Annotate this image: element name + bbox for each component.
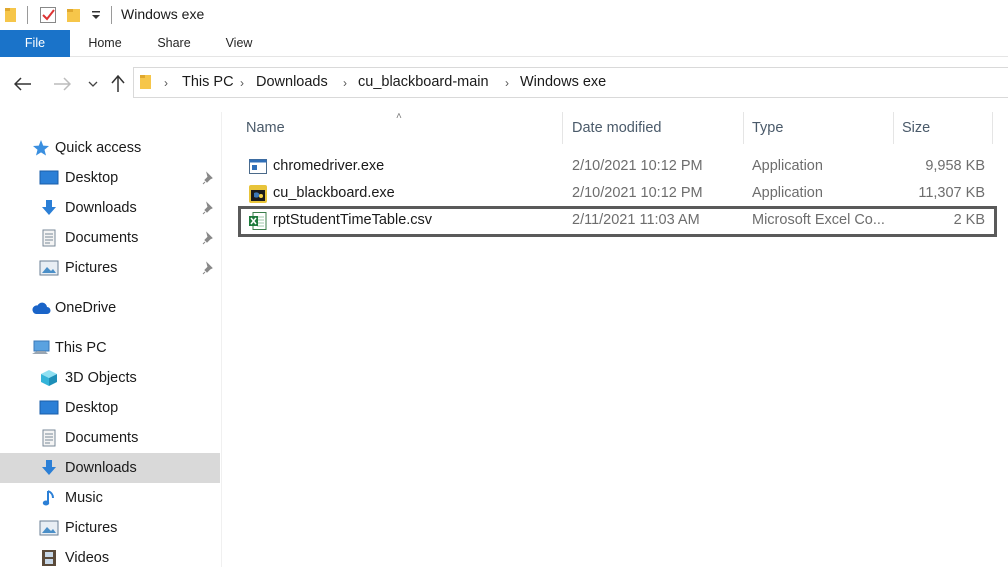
file-explorer-window: Windows exe File Home Share View › This … — [0, 0, 1008, 567]
sidebar-item-label: Downloads — [65, 460, 137, 476]
breadcrumb-chevron-icon[interactable]: › — [343, 76, 347, 90]
sidebar-item-3d-objects[interactable]: 3D Objects — [0, 363, 220, 393]
column-header-size[interactable]: Size — [902, 112, 992, 144]
window-title: Windows exe — [121, 6, 205, 22]
file-type: Application — [752, 185, 823, 201]
sidebar-item-pictures[interactable]: Pictures — [0, 253, 220, 283]
column-header-type[interactable]: Type — [752, 112, 893, 144]
column-divider[interactable] — [893, 112, 894, 144]
sidebar-item-desktop[interactable]: Desktop — [0, 393, 220, 423]
sidebar-item-label: Documents — [65, 230, 139, 246]
sidebar-item-label: Documents — [65, 430, 139, 446]
desktop-icon — [39, 398, 59, 418]
sidebar-item-label: Desktop — [65, 400, 119, 416]
column-header-name[interactable]: Name — [246, 112, 562, 144]
sidebar-item-label: OneDrive — [55, 300, 117, 316]
highlight-box — [238, 206, 997, 237]
star-icon — [31, 138, 51, 158]
sidebar-item-label: Quick access — [55, 140, 142, 156]
sidebar-item-label: Desktop — [65, 170, 119, 186]
music-note-icon — [39, 488, 59, 508]
navigation-pane: Quick access Desktop Downloads Documents — [0, 112, 222, 567]
customize-dropdown-icon[interactable] — [91, 8, 101, 27]
breadcrumb-downloads[interactable]: Downloads — [256, 74, 328, 90]
pin-icon[interactable] — [202, 201, 216, 215]
sidebar-item-downloads-selected[interactable]: Downloads — [0, 453, 220, 483]
file-list: ˄ Name Date modified Type Size chromedri… — [223, 111, 1008, 567]
column-header-date-modified[interactable]: Date modified — [572, 112, 743, 144]
toolbar-separator — [27, 6, 28, 24]
recent-locations-chevron-icon[interactable] — [81, 72, 105, 96]
download-arrow-icon — [39, 198, 59, 218]
document-icon — [39, 428, 59, 448]
file-type: Application — [752, 158, 823, 174]
computer-icon — [31, 338, 51, 358]
new-folder-icon[interactable] — [66, 6, 82, 29]
pin-icon[interactable] — [202, 261, 216, 275]
sidebar-item-quick-access[interactable]: Quick access — [0, 133, 220, 163]
tab-home[interactable]: Home — [78, 30, 132, 57]
address-folder-icon — [139, 73, 153, 96]
column-divider[interactable] — [992, 112, 993, 144]
cloud-icon — [31, 298, 51, 318]
sidebar-item-music[interactable]: Music — [0, 483, 220, 513]
python-exe-icon — [248, 184, 268, 204]
breadcrumb-chevron-icon[interactable]: › — [164, 76, 168, 90]
breadcrumb-cu-blackboard-main[interactable]: cu_blackboard-main — [358, 74, 489, 90]
column-divider[interactable] — [743, 112, 744, 144]
pin-icon[interactable] — [202, 231, 216, 245]
sidebar-item-label: 3D Objects — [65, 370, 137, 386]
file-size: 9,958 KB — [925, 158, 985, 174]
pictures-icon — [39, 258, 59, 278]
file-row-chromedriver[interactable]: chromedriver.exe 2/10/2021 10:12 PM Appl… — [238, 153, 1008, 180]
folder-icon[interactable] — [4, 6, 18, 29]
sidebar-item-label: Downloads — [65, 200, 137, 216]
sidebar-item-documents[interactable]: Documents — [0, 223, 220, 253]
file-date-modified: 2/10/2021 10:12 PM — [572, 185, 703, 201]
sidebar-item-desktop[interactable]: Desktop — [0, 163, 220, 193]
desktop-icon — [39, 168, 59, 188]
tab-share[interactable]: Share — [148, 30, 200, 57]
cube-3d-icon — [39, 368, 59, 388]
file-row-cu-blackboard[interactable]: cu_blackboard.exe 2/10/2021 10:12 PM App… — [238, 180, 1008, 207]
breadcrumb-this-pc[interactable]: This PC — [182, 74, 234, 90]
sidebar-item-label: Videos — [65, 550, 110, 566]
file-name: cu_blackboard.exe — [273, 185, 395, 201]
sidebar-item-label: Music — [65, 490, 103, 506]
sidebar-item-downloads[interactable]: Downloads — [0, 193, 220, 223]
file-date-modified: 2/10/2021 10:12 PM — [572, 158, 703, 174]
tab-file[interactable]: File — [0, 30, 70, 57]
column-divider[interactable] — [562, 112, 563, 144]
sidebar-item-label: Pictures — [65, 520, 118, 536]
sidebar-item-label: This PC — [55, 340, 107, 356]
breadcrumb-chevron-icon[interactable]: › — [240, 76, 244, 90]
sidebar-item-documents[interactable]: Documents — [0, 423, 220, 453]
back-arrow-icon[interactable] — [11, 72, 35, 96]
application-icon — [248, 157, 268, 177]
tab-view[interactable]: View — [216, 30, 262, 57]
sidebar-item-onedrive[interactable]: OneDrive — [0, 293, 220, 323]
sidebar-item-videos[interactable]: Videos — [0, 543, 220, 567]
sidebar-item-this-pc[interactable]: This PC — [0, 333, 220, 363]
pictures-icon — [39, 518, 59, 538]
breadcrumb-chevron-icon[interactable]: › — [505, 76, 509, 90]
film-strip-icon — [39, 548, 59, 567]
file-size: 11,307 KB — [918, 185, 985, 201]
pin-icon[interactable] — [202, 171, 216, 185]
toolbar-separator — [111, 6, 112, 24]
ribbon-tabs: File Home Share View — [0, 30, 1008, 57]
breadcrumb-windows-exe[interactable]: Windows exe — [520, 74, 606, 90]
download-arrow-icon — [39, 458, 59, 478]
sidebar-item-pictures[interactable]: Pictures — [0, 513, 220, 543]
title-bar: Windows exe — [0, 0, 1008, 30]
forward-arrow-icon[interactable] — [50, 72, 74, 96]
properties-check-icon[interactable] — [39, 6, 57, 29]
file-name: chromedriver.exe — [273, 158, 385, 174]
sidebar-item-label: Pictures — [65, 260, 118, 276]
up-arrow-icon[interactable] — [106, 72, 130, 96]
document-icon — [39, 228, 59, 248]
